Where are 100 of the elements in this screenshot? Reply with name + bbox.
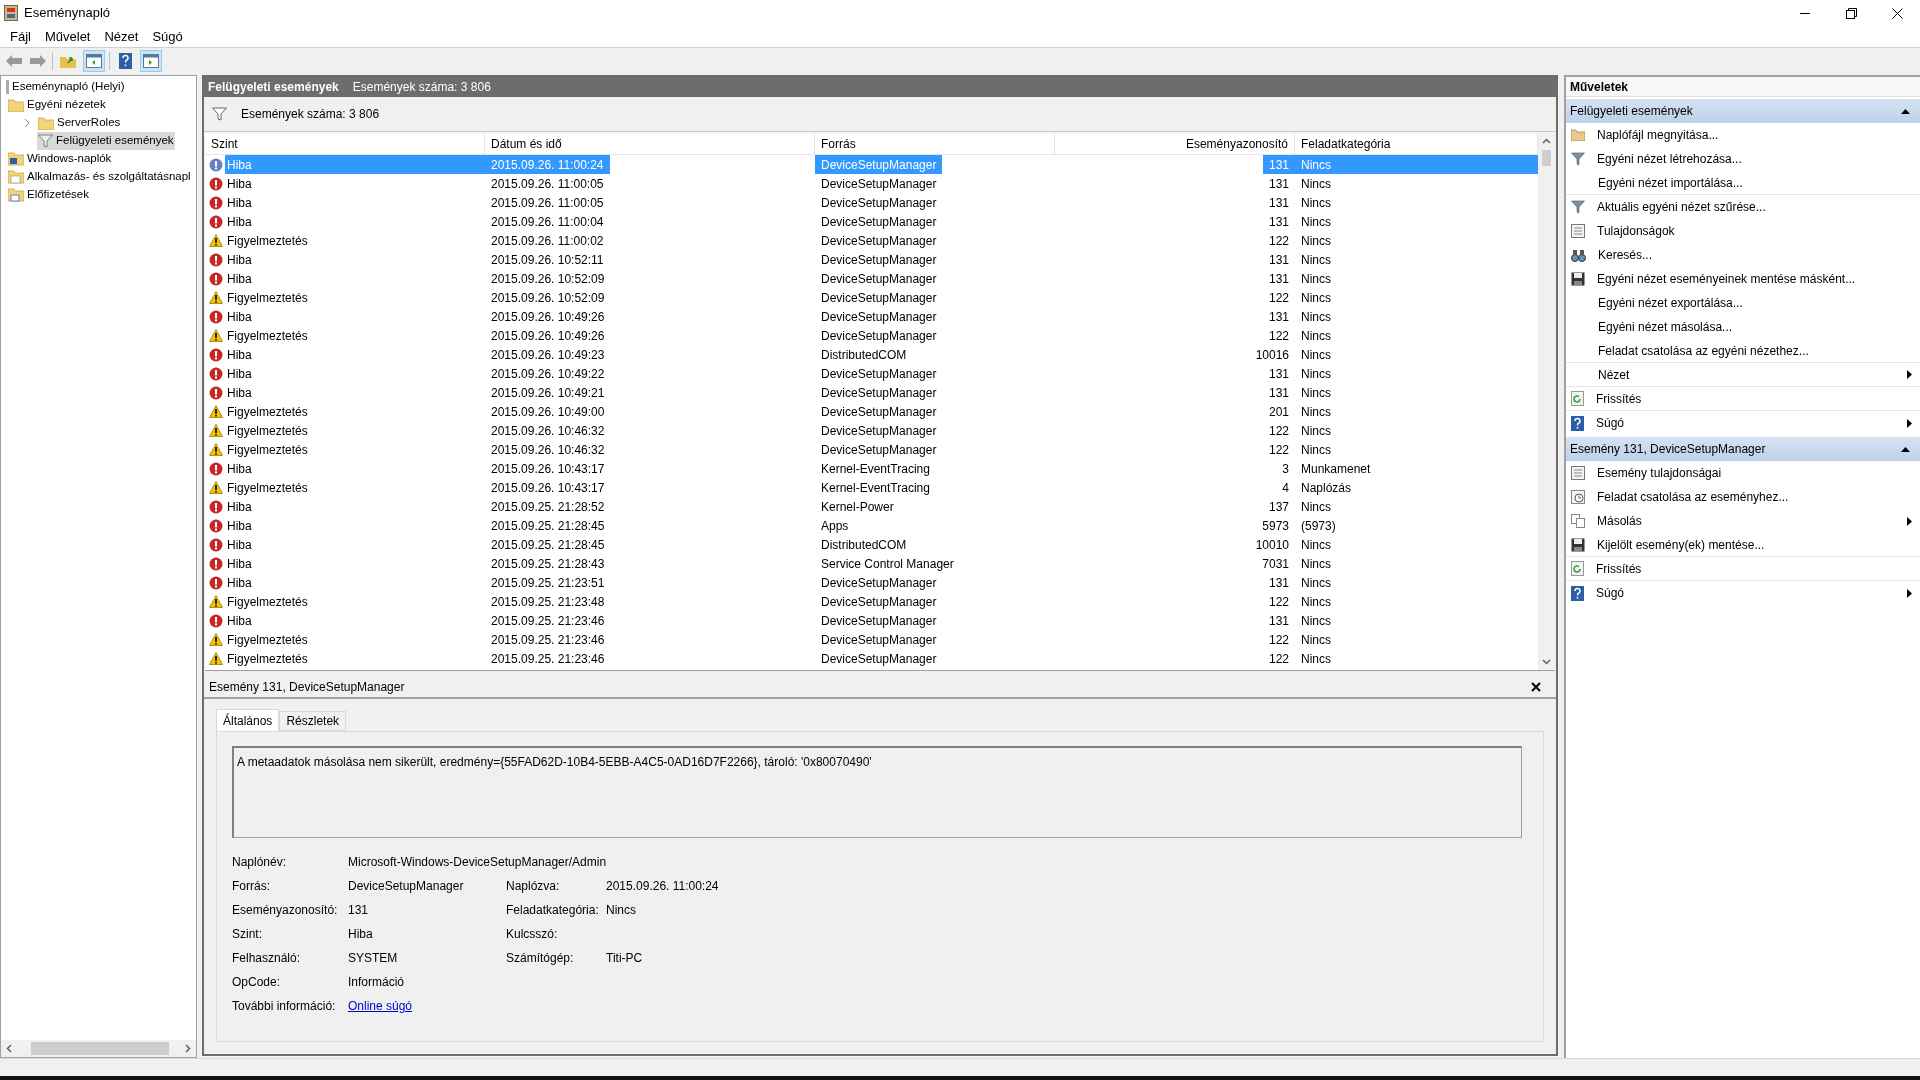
column-header[interactable]: Dátum és idő xyxy=(485,133,815,154)
action-item[interactable]: Frissítés xyxy=(1566,387,1920,411)
event-row[interactable]: Hiba 2015.09.25. 21:28:45 DistributedCOM 10010 Nincs xyxy=(205,535,1538,554)
collapse-triangle-icon[interactable] xyxy=(1901,108,1910,114)
event-row[interactable]: Hiba 2015.09.26. 10:49:26 DeviceSetupManager 131 Nincs xyxy=(205,307,1538,326)
section-header[interactable]: Felügyeleti események xyxy=(1566,99,1920,123)
event-row[interactable]: Hiba 2015.09.26. 11:00:04 DeviceSetupManager 131 Nincs xyxy=(205,212,1538,231)
table-cell-text: DeviceSetupManager xyxy=(820,270,938,288)
vertical-scrollbar[interactable] xyxy=(1538,133,1555,670)
tree-item[interactable]: Eseménynapló (Helyi) xyxy=(5,78,126,96)
tree-item[interactable]: Előfizetések xyxy=(7,186,90,204)
field-label: További információ: xyxy=(232,998,337,1015)
tab[interactable]: Részletek xyxy=(279,711,347,731)
table-cell-text: Nincs xyxy=(1300,175,1332,193)
table-cell-text: Nincs xyxy=(1300,441,1332,459)
event-row[interactable]: Figyelmeztetés 2015.09.26. 11:00:02 DeviceSetupManager 122 Nincs xyxy=(205,231,1538,250)
table-cell-text: 201 xyxy=(1267,403,1290,421)
action-item[interactable]: Súgó xyxy=(1566,411,1920,435)
event-row[interactable]: Figyelmeztetés 2015.09.26. 10:49:00 DeviceSetupManager 201 Nincs xyxy=(205,402,1538,421)
event-row[interactable]: Figyelmeztetés 2015.09.26. 10:46:32 DeviceSetupManager 122 Nincs xyxy=(205,440,1538,459)
action-item[interactable]: Súgó xyxy=(1566,581,1920,605)
menu-item[interactable]: Súgó xyxy=(146,26,189,47)
event-row[interactable]: Hiba 2015.09.25. 21:28:43 Service Control Manager 7031 Nincs xyxy=(205,554,1538,573)
table-cell-text: Hiba xyxy=(226,517,252,535)
action-item[interactable]: Egyéni nézet exportálása... xyxy=(1566,291,1920,315)
event-row[interactable]: Hiba 2015.09.25. 21:28:52 Kernel-Power 137 Nincs xyxy=(205,497,1538,516)
table-cell-text: Nincs xyxy=(1300,327,1332,345)
event-row[interactable]: Hiba 2015.09.26. 11:00:05 DeviceSetupManager 131 Nincs xyxy=(205,193,1538,212)
event-row[interactable]: Hiba 2015.09.26. 10:43:17 Kernel-EventTracing 3 Munkamenet xyxy=(205,459,1538,478)
action-item[interactable]: Nézet xyxy=(1566,363,1920,387)
table-cell-text: 131 xyxy=(1267,365,1290,383)
field-label: OpCode: xyxy=(232,974,282,991)
table-cell-text: 137 xyxy=(1267,498,1290,516)
menu-item[interactable]: Fájl xyxy=(4,26,37,47)
scrollbar-thumb[interactable] xyxy=(1542,150,1551,166)
tab[interactable]: Általános xyxy=(216,709,280,731)
event-row[interactable]: Hiba 2015.09.25. 21:23:51 DeviceSetupManager 131 Nincs xyxy=(205,573,1538,592)
show-tree-button[interactable] xyxy=(83,50,105,72)
action-item[interactable]: Aktuális egyéni nézet szűrése... xyxy=(1566,195,1920,219)
event-row[interactable]: Figyelmeztetés 2015.09.26. 10:52:09 DeviceSetupManager 122 Nincs xyxy=(205,288,1538,307)
show-actions-button[interactable] xyxy=(140,50,162,72)
action-item[interactable]: Egyéni nézet másolása... xyxy=(1566,315,1920,339)
event-row[interactable]: Hiba 2015.09.26. 10:49:23 DistributedCOM 10016 Nincs xyxy=(205,345,1538,364)
collapse-triangle-icon[interactable] xyxy=(1901,446,1910,452)
scrollbar-thumb[interactable] xyxy=(31,1042,169,1055)
menu-item[interactable]: Nézet xyxy=(98,26,145,47)
action-item[interactable]: Frissítés xyxy=(1566,557,1920,581)
event-row[interactable]: Figyelmeztetés 2015.09.26. 10:49:26 DeviceSetupManager 122 Nincs xyxy=(205,326,1538,345)
table-cell-text: 2015.09.26. 10:49:00 xyxy=(490,403,606,421)
menu-item[interactable]: Művelet xyxy=(38,26,97,47)
table-cell-text: 5973 xyxy=(1261,517,1290,535)
window-title: Eseménynapló xyxy=(24,4,110,23)
action-item[interactable]: Esemény tulajdonságai xyxy=(1566,461,1920,485)
tree-item[interactable]: Alkalmazás- és szolgáltatásnapl xyxy=(7,168,192,186)
action-item[interactable]: Keresés... xyxy=(1566,243,1920,267)
event-row[interactable]: Hiba 2015.09.26. 10:49:21 DeviceSetupManager 131 Nincs xyxy=(205,383,1538,402)
event-row[interactable]: Figyelmeztetés 2015.09.25. 21:23:46 DeviceSetupManager 122 Nincs xyxy=(205,630,1538,649)
action-item[interactable]: Feladat csatolása az egyéni nézethez... xyxy=(1566,339,1920,363)
collapsed-chevron-icon[interactable] xyxy=(23,118,31,128)
event-row[interactable]: Hiba 2015.09.26. 10:52:11 DeviceSetupManager 131 Nincs xyxy=(205,250,1538,269)
help-link[interactable]: Online súgó xyxy=(348,997,413,1015)
column-header[interactable]: Szint xyxy=(205,133,485,154)
table-cell-text: Nincs xyxy=(1300,593,1332,611)
column-header[interactable]: Forrás xyxy=(815,133,1055,154)
column-header[interactable]: Eseményazonosító xyxy=(1055,133,1295,154)
action-item[interactable]: Egyéni nézet importálása... xyxy=(1566,171,1920,195)
properties-icon xyxy=(1571,224,1585,238)
event-row[interactable]: Hiba 2015.09.26. 11:00:05 DeviceSetupManager 131 Nincs xyxy=(205,174,1538,193)
table-cell-text: DeviceSetupManager xyxy=(820,574,938,592)
action-item[interactable]: Tulajdonságok xyxy=(1566,219,1920,243)
table-cell-text: Nincs xyxy=(1300,232,1332,250)
action-item[interactable]: Naplófájl megnyitása... xyxy=(1566,123,1920,147)
action-item[interactable]: Egyéni nézet létrehozása... xyxy=(1566,147,1920,171)
horizontal-scrollbar[interactable] xyxy=(1,1040,196,1057)
tree-item[interactable]: ServerRoles xyxy=(37,114,122,132)
action-item[interactable]: Feladat csatolása az eseményhez... xyxy=(1566,485,1920,509)
field-label: Eseményazonosító: xyxy=(232,902,339,919)
tree-item[interactable]: Felügyeleti események xyxy=(37,132,175,150)
table-cell-text: 131 xyxy=(1267,384,1290,402)
event-row[interactable]: Figyelmeztetés 2015.09.25. 21:23:48 DeviceSetupManager 122 Nincs xyxy=(205,592,1538,611)
field-label: Felhasználó: xyxy=(232,950,302,967)
event-row[interactable]: Hiba 2015.09.25. 21:28:45 Apps 5973 (5973) xyxy=(205,516,1538,535)
action-item[interactable]: Másolás xyxy=(1566,509,1920,533)
tree-item[interactable]: Windows-naplók xyxy=(7,150,113,168)
table-cell-text: 2015.09.26. 10:49:22 xyxy=(490,365,606,383)
event-row[interactable]: Figyelmeztetés 2015.09.26. 10:46:32 DeviceSetupManager 122 Nincs xyxy=(205,421,1538,440)
section-header[interactable]: Esemény 131, DeviceSetupManager xyxy=(1566,437,1920,461)
table-cell-text: Hiba xyxy=(226,555,252,573)
table-cell-text: Figyelmeztetés xyxy=(226,479,308,497)
table-cell-text: (5973) xyxy=(1300,517,1337,535)
event-row[interactable]: Hiba 2015.09.25. 21:23:46 DeviceSetupManager 131 Nincs xyxy=(205,611,1538,630)
event-row[interactable]: Figyelmeztetés 2015.09.25. 21:23:46 DeviceSetupManager 122 Nincs xyxy=(205,649,1538,668)
close-button[interactable] xyxy=(1529,680,1543,694)
event-row[interactable]: Figyelmeztetés 2015.09.26. 10:43:17 Kernel-EventTracing 4 Naplózás xyxy=(205,478,1538,497)
error-icon xyxy=(209,366,223,381)
action-item[interactable]: Kijelölt esemény(ek) mentése... xyxy=(1566,533,1920,557)
tree-item[interactable]: Egyéni nézetek xyxy=(7,96,107,114)
event-row[interactable]: Hiba 2015.09.26. 10:52:09 DeviceSetupManager 131 Nincs xyxy=(205,269,1538,288)
action-item[interactable]: Egyéni nézet eseményeinek mentése másként... xyxy=(1566,267,1920,291)
event-row[interactable]: Hiba 2015.09.26. 10:49:22 DeviceSetupManager 131 Nincs xyxy=(205,364,1538,383)
